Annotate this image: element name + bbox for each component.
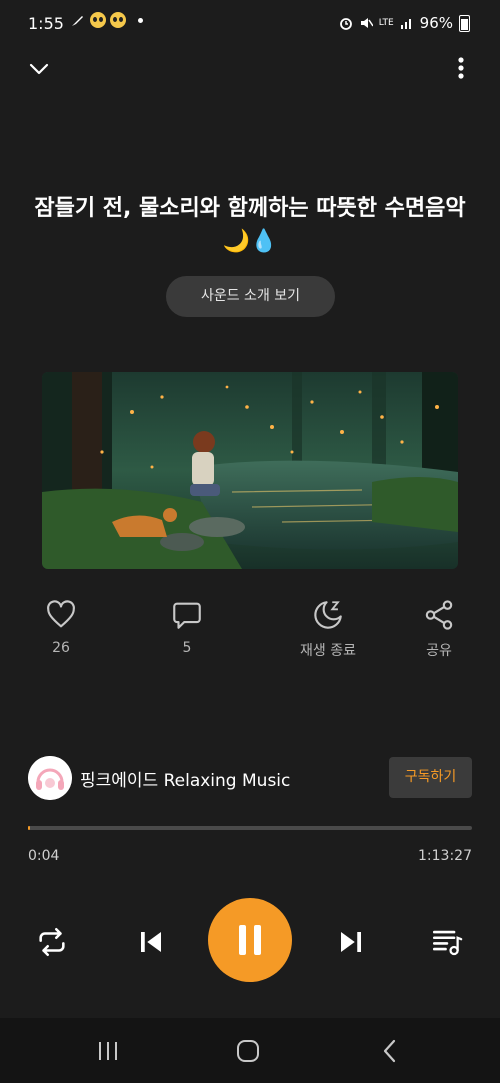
like-action[interactable]: 26 [16, 598, 106, 656]
comment-count: 5 [182, 640, 192, 656]
skip-next-icon[interactable] [336, 925, 366, 959]
recents-icon[interactable] [95, 1038, 121, 1064]
channel-name[interactable]: 핑크에이드 Relaxing Music [80, 766, 290, 791]
channel-avatar[interactable] [28, 756, 72, 800]
share-label: 공유 [426, 643, 452, 659]
more-vert-icon[interactable] [450, 55, 472, 83]
alarm-icon [339, 18, 352, 30]
edit-notification-icon [72, 16, 83, 26]
repeat-icon[interactable] [35, 925, 69, 959]
progress-fill [28, 826, 30, 830]
pause-icon [239, 925, 261, 955]
status-time: 1:55 [28, 14, 64, 33]
sleep-timer-label: 재생 종료 [300, 643, 356, 659]
notification-icons [70, 12, 143, 28]
battery-percent: 96% [419, 14, 453, 32]
status-right-icons: LTE 96% [339, 14, 470, 32]
back-icon[interactable] [378, 1038, 402, 1064]
emoji-face-icon [90, 12, 106, 28]
pause-button[interactable] [208, 898, 292, 982]
more-notifications-dot-icon [138, 17, 143, 23]
sound-intro-button[interactable]: 사운드 소개 보기 [166, 276, 335, 317]
current-time: 0:04 [28, 848, 60, 864]
home-icon[interactable] [235, 1038, 261, 1064]
signal-icon [400, 19, 411, 29]
chevron-down-icon[interactable] [27, 57, 51, 81]
comment-icon [173, 602, 201, 629]
playlist-icon[interactable] [430, 925, 464, 959]
skip-previous-icon[interactable] [136, 925, 166, 959]
emoji-face-icon [110, 12, 126, 28]
track-title: 잠들기 전, 물소리와 함께하는 따뜻한 수면음악 🌙💧 [34, 196, 466, 254]
progress-track[interactable] [28, 826, 472, 830]
heart-icon [47, 600, 75, 628]
moon-zz-icon [314, 601, 342, 629]
comment-action[interactable]: 5 [142, 598, 232, 656]
network-type: LTE [378, 17, 394, 28]
mute-icon [360, 18, 373, 28]
sleep-timer-action[interactable]: 재생 종료 [269, 598, 387, 660]
track-artwork [42, 372, 458, 569]
share-action[interactable]: 공유 [394, 598, 484, 660]
status-bar: 1:55 LTE 96% [0, 0, 500, 50]
total-time: 1:13:27 [418, 848, 472, 864]
like-count: 26 [52, 640, 70, 656]
share-icon [425, 600, 453, 630]
battery-icon [459, 14, 470, 32]
subscribe-button[interactable]: 구독하기 [389, 757, 472, 798]
